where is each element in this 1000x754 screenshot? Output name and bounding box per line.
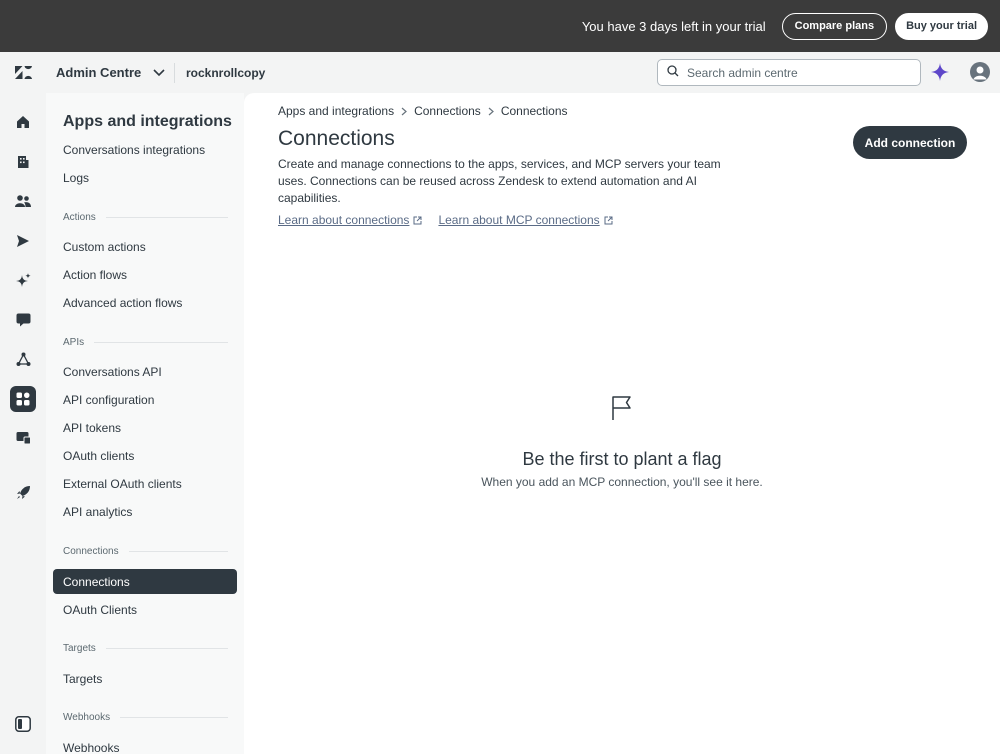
user-avatar-icon[interactable] [970,62,990,82]
zendesk-logo-icon[interactable] [0,52,46,93]
nav-item-api-tokens[interactable]: API tokens [53,415,237,440]
nav-item-conversations-integrations[interactable]: Conversations integrations [53,137,237,162]
rocket-icon[interactable] [10,479,36,505]
add-connection-button[interactable]: Add connection [853,126,967,159]
empty-state-title: Be the first to plant a flag [522,449,722,469]
nav-item-advanced-action-flows[interactable]: Advanced action flows [53,290,237,315]
sparkle-icon[interactable] [10,267,36,293]
nav-section-webhooks: Webhooks [63,712,228,723]
chevron-right-icon [401,107,408,116]
breadcrumb-connections[interactable]: Connections [414,104,481,118]
objects-icon[interactable] [10,346,36,372]
building-icon[interactable] [10,149,36,175]
main-content: Apps and integrations Connections Connec… [244,93,1000,754]
nav-item-webhooks[interactable]: Webhooks [53,735,237,754]
nav-item-oauth-clients[interactable]: OAuth clients [53,443,237,468]
nav-section-connections: Connections [63,546,228,557]
nav-item-targets[interactable]: Targets [53,666,237,691]
nav-item-external-oauth-clients[interactable]: External OAuth clients [53,471,237,496]
buy-trial-button[interactable]: Buy your trial [895,12,988,40]
top-header: Admin Centre rocknrollcopy [0,52,1000,93]
home-icon[interactable] [10,109,36,135]
nav-section-targets: Targets [63,643,228,654]
header-divider [174,62,175,83]
ai-sparkle-icon[interactable] [931,63,949,86]
empty-state-subtitle: When you add an MCP connection, you'll s… [481,475,763,489]
breadcrumb-apps-and-integrations[interactable]: Apps and integrations [278,104,394,118]
nav-title: Apps and integrations [63,113,232,130]
chevron-right-icon [488,107,494,116]
learn-about-mcp-connections-link[interactable]: Learn about MCP connections [438,213,613,227]
nav-item-oauth-clients-connections[interactable]: OAuth Clients [53,597,237,622]
product-switcher[interactable]: Admin Centre [46,65,174,80]
product-name: Admin Centre [56,65,142,80]
learn-about-connections-link[interactable]: Learn about connections [278,213,422,227]
breadcrumb-current: Connections [500,104,568,118]
flag-icon [610,395,634,426]
chevron-down-icon [153,68,165,77]
compare-plans-button[interactable]: Compare plans [781,12,888,40]
search-icon [667,64,679,82]
page-description: Create and manage connections to the app… [278,157,721,205]
search-box[interactable] [657,59,921,86]
apps-icon[interactable] [10,386,36,412]
nav-item-api-configuration[interactable]: API configuration [53,387,237,412]
nav-section-apis: APIs [63,337,228,348]
workspace-icon[interactable] [10,425,36,451]
trial-banner: You have 3 days left in your trial Compa… [0,0,1000,52]
external-link-icon [413,216,422,225]
product-rail [0,93,46,754]
nav-item-custom-actions[interactable]: Custom actions [53,234,237,259]
external-link-icon [604,216,613,225]
send-icon[interactable] [10,228,36,254]
search-input[interactable] [687,65,907,80]
breadcrumb: Apps and integrations Connections Connec… [278,104,568,118]
nav-item-logs[interactable]: Logs [53,165,237,190]
panel-toggle-icon[interactable] [10,711,36,737]
nav-item-connections[interactable]: Connections [53,569,237,594]
trial-message: You have 3 days left in your trial [581,18,766,34]
account-name: rocknrollcopy [186,65,266,80]
chat-icon[interactable] [10,307,36,333]
nav-item-conversations-api[interactable]: Conversations API [53,359,237,384]
secondary-nav: Apps and integrations Conversations inte… [46,93,244,754]
nav-item-api-analytics[interactable]: API analytics [53,499,237,524]
people-icon[interactable] [10,188,36,214]
help-links: Learn about connections Learn about MCP … [278,213,613,227]
page-title: Connections [278,127,395,150]
nav-item-action-flows[interactable]: Action flows [53,262,237,287]
nav-section-actions: Actions [63,212,228,223]
